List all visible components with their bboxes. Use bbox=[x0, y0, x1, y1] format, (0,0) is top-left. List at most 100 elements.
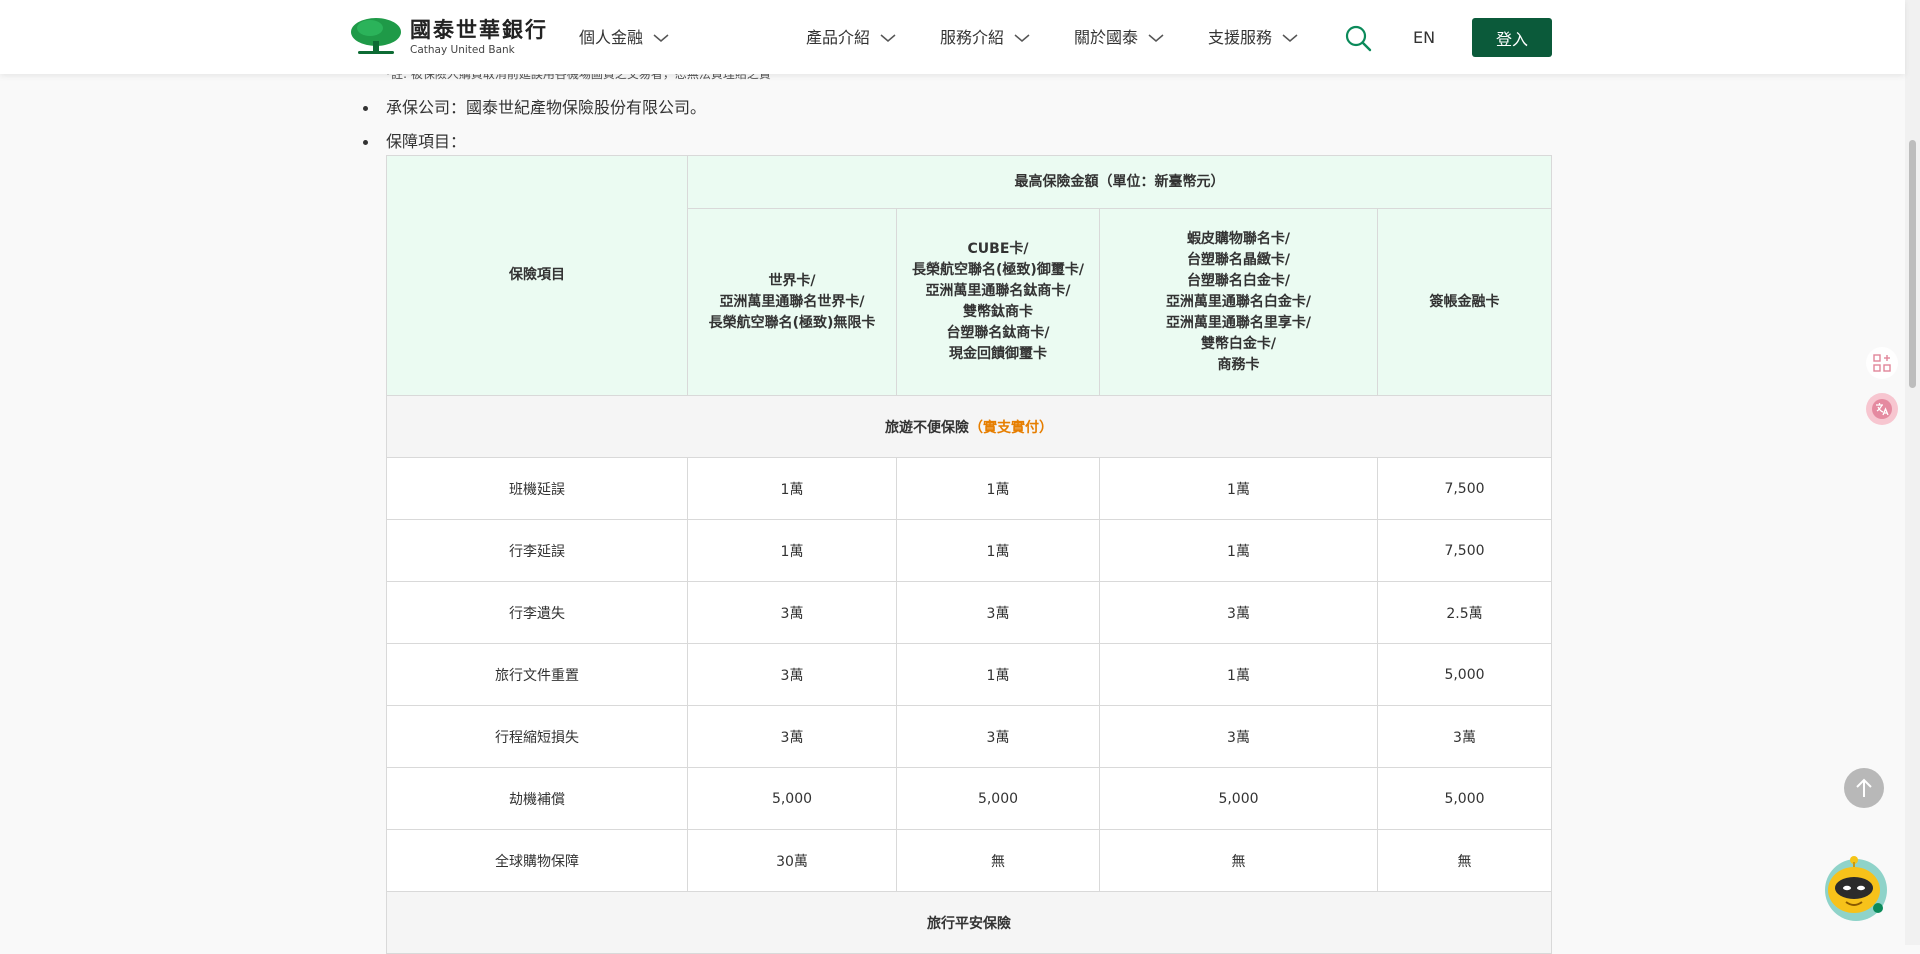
scrollbar-thumb[interactable] bbox=[1909, 140, 1916, 388]
card-name: 亞洲萬里通聯名里享卡/ bbox=[1165, 314, 1312, 331]
table-row: 旅行文件重置 3萬 1萬 1萬 5,000 bbox=[386, 643, 1552, 706]
translate-icon[interactable] bbox=[1866, 393, 1898, 425]
row-value: 5,000 bbox=[1377, 767, 1552, 830]
row-item: 班機延誤 bbox=[386, 457, 688, 520]
row-value: 3萬 bbox=[896, 581, 1100, 644]
nav-support[interactable]: 支援服務 bbox=[1208, 28, 1298, 48]
nav-services[interactable]: 服務介紹 bbox=[940, 28, 1030, 48]
card-name: CUBE卡/ bbox=[967, 241, 1029, 257]
card-name: 現金回饋御璽卡 bbox=[949, 346, 1047, 362]
card-name: 台塑聯名晶緻卡/ bbox=[1186, 251, 1291, 268]
nav-about[interactable]: 關於國泰 bbox=[1074, 28, 1164, 48]
row-value: 3萬 bbox=[1377, 705, 1552, 768]
card-name: 台塑聯名鈦商卡/ bbox=[946, 325, 1050, 341]
card-name: 世界卡/ bbox=[768, 272, 816, 289]
tree-logo-icon bbox=[351, 18, 401, 54]
row-value: 7,500 bbox=[1377, 519, 1552, 582]
card-name: 商務卡 bbox=[1217, 356, 1260, 373]
row-value: 3萬 bbox=[1099, 705, 1378, 768]
arrow-up-icon bbox=[1856, 778, 1872, 797]
apps-glyph bbox=[1873, 354, 1891, 372]
row-value: 5,000 bbox=[1099, 767, 1378, 830]
insurer-bullet: 承保公司：國泰世紀產物保險股份有限公司。 bbox=[363, 98, 706, 118]
row-value: 1萬 bbox=[896, 457, 1100, 520]
top-navbar: 國泰世華銀行 Cathay United Bank 個人金融 產品介紹 服務介紹… bbox=[0, 0, 1905, 74]
card-name: 亞洲萬里通聯名白金卡/ bbox=[1165, 293, 1312, 310]
nav-about-label: 關於國泰 bbox=[1074, 28, 1139, 47]
row-item: 行李延誤 bbox=[386, 519, 688, 582]
card-name: 雙幣白金卡/ bbox=[1200, 335, 1277, 352]
table-row: 劫機補償 5,000 5,000 5,000 5,000 bbox=[386, 767, 1552, 830]
card-group-1-header: 世界卡/ 亞洲萬里通聯名世界卡/ 長榮航空聯名(極致)無限卡 bbox=[687, 208, 897, 396]
row-value: 5,000 bbox=[1377, 643, 1552, 706]
card-name: 亞洲萬里通聯名世界卡/ bbox=[719, 293, 865, 310]
chevron-down-icon bbox=[1148, 34, 1164, 42]
row-value: 1萬 bbox=[687, 457, 897, 520]
row-value: 1萬 bbox=[1099, 643, 1378, 706]
translate-glyph bbox=[1872, 399, 1892, 419]
row-value: 30萬 bbox=[687, 829, 897, 892]
section-tag: （實支實付） bbox=[969, 419, 1053, 436]
max-amount-header: 最高保險金額（單位：新臺幣元） bbox=[687, 155, 1552, 209]
row-value: 1萬 bbox=[687, 519, 897, 582]
row-value: 3萬 bbox=[687, 581, 897, 644]
nav-support-label: 支援服務 bbox=[1208, 28, 1273, 47]
table-row: 行李遺失 3萬 3萬 3萬 2.5萬 bbox=[386, 581, 1552, 644]
row-value: 5,000 bbox=[687, 767, 897, 830]
row-value: 7,500 bbox=[1377, 457, 1552, 520]
card-name: 簽帳金融卡 bbox=[1429, 293, 1500, 310]
table-row: 全球購物保障 30萬 無 無 無 bbox=[386, 829, 1552, 892]
card-name: 長榮航空聯名(極致)御璽卡/ bbox=[912, 262, 1084, 278]
row-value: 3萬 bbox=[687, 705, 897, 768]
row-value: 1萬 bbox=[1099, 519, 1378, 582]
bank-logo[interactable]: 國泰世華銀行 Cathay United Bank bbox=[350, 14, 548, 60]
section-title: 旅遊不便保險 bbox=[885, 419, 969, 436]
row-value: 3萬 bbox=[1099, 581, 1378, 644]
nav-personal-banking[interactable]: 個人金融 bbox=[579, 28, 669, 48]
row-value: 無 bbox=[1377, 829, 1552, 892]
chatbot-icon[interactable] bbox=[1820, 852, 1888, 924]
card-group-3-header: 蝦皮購物聯名卡/ 台塑聯名晶緻卡/ 台塑聯名白金卡/ 亞洲萬里通聯名白金卡/ 亞… bbox=[1099, 208, 1378, 396]
coverage-label: 保障項目： bbox=[386, 132, 467, 151]
insurance-item-header: 保險項目 bbox=[386, 155, 688, 396]
nav-services-label: 服務介紹 bbox=[940, 28, 1005, 47]
card-name: 台塑聯名白金卡/ bbox=[1186, 272, 1291, 289]
nav-personal-label: 個人金融 bbox=[579, 28, 644, 47]
nav-products[interactable]: 產品介紹 bbox=[806, 28, 896, 48]
row-value: 1萬 bbox=[1099, 457, 1378, 520]
language-switch[interactable]: EN bbox=[1413, 28, 1435, 47]
coverage-bullet: 保障項目： bbox=[363, 132, 466, 152]
coverage-table: 保險項目 最高保險金額（單位：新臺幣元） 世界卡/ 亞洲萬里通聯名世界卡/ 長榮… bbox=[386, 155, 1552, 954]
row-value: 1萬 bbox=[896, 519, 1100, 582]
section-travel-accident: 旅行平安保險 bbox=[386, 891, 1552, 954]
row-value: 3萬 bbox=[896, 705, 1100, 768]
card-name: 雙幣鈦商卡 bbox=[963, 304, 1033, 320]
row-value: 無 bbox=[1099, 829, 1378, 892]
table-row: 班機延誤 1萬 1萬 1萬 7,500 bbox=[386, 457, 1552, 520]
table-row: 行李延誤 1萬 1萬 1萬 7,500 bbox=[386, 519, 1552, 582]
search-icon[interactable] bbox=[1344, 24, 1372, 52]
chevron-down-icon bbox=[1282, 34, 1298, 42]
logo-english-name: Cathay United Bank bbox=[410, 44, 515, 56]
card-name: 長榮航空聯名(極致)無限卡 bbox=[708, 314, 876, 331]
row-value: 無 bbox=[896, 829, 1100, 892]
login-button[interactable]: 登入 bbox=[1472, 18, 1552, 57]
chevron-down-icon bbox=[880, 34, 896, 42]
row-item: 行李遺失 bbox=[386, 581, 688, 644]
row-item: 全球購物保障 bbox=[386, 829, 688, 892]
card-name: 亞洲萬里通聯名鈦商卡/ bbox=[925, 283, 1071, 299]
section-title: 旅行平安保險 bbox=[927, 915, 1011, 932]
row-value: 3萬 bbox=[687, 643, 897, 706]
section-travel-inconvenience: 旅遊不便保險（實支實付） bbox=[386, 395, 1552, 458]
logo-chinese-name: 國泰世華銀行 bbox=[410, 18, 548, 42]
row-value: 5,000 bbox=[896, 767, 1100, 830]
chevron-down-icon bbox=[653, 34, 669, 42]
card-group-2-header: CUBE卡/ 長榮航空聯名(極致)御璽卡/ 亞洲萬里通聯名鈦商卡/ 雙幣鈦商卡 … bbox=[896, 208, 1100, 396]
back-to-top-button[interactable] bbox=[1844, 768, 1884, 808]
insurer-text: 承保公司：國泰世紀產物保險股份有限公司。 bbox=[386, 98, 707, 117]
card-group-4-header: 簽帳金融卡 bbox=[1377, 208, 1552, 396]
row-value: 1萬 bbox=[896, 643, 1100, 706]
row-item: 行程縮短損失 bbox=[386, 705, 688, 768]
apps-icon[interactable] bbox=[1866, 347, 1898, 379]
row-item: 旅行文件重置 bbox=[386, 643, 688, 706]
